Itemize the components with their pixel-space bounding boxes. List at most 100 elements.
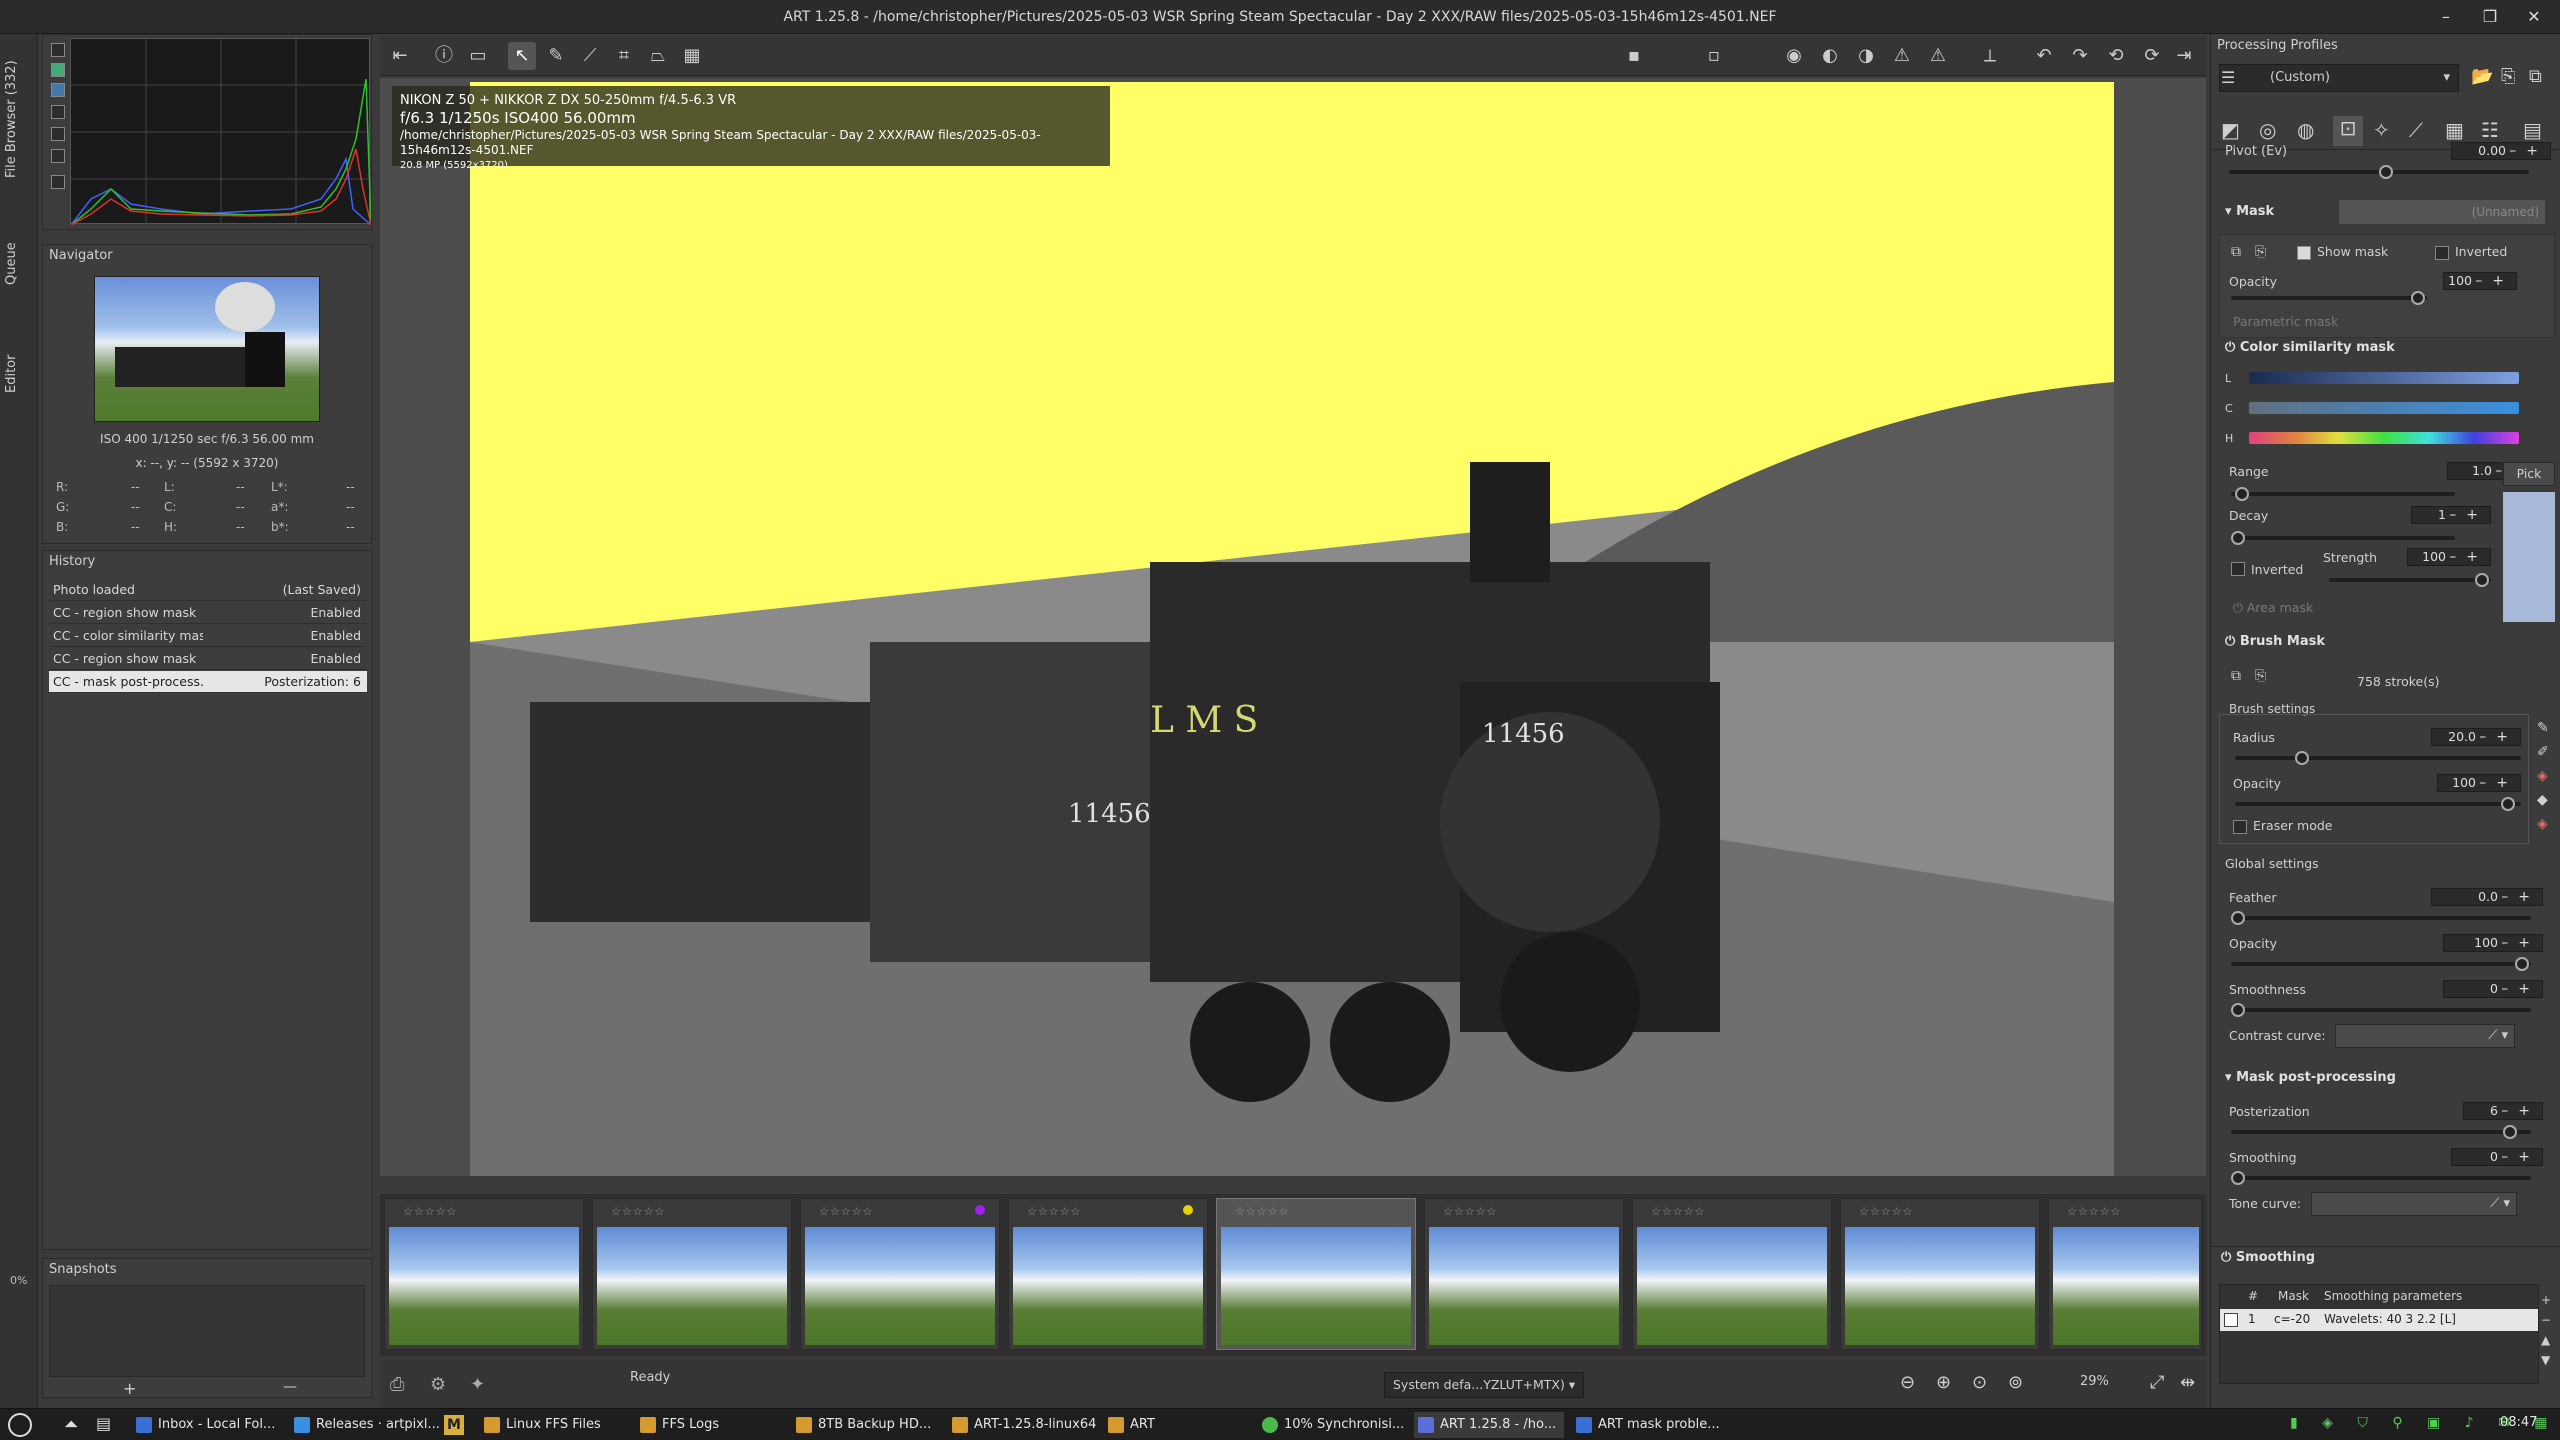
navigator-thumbnail[interactable] [94, 276, 320, 422]
show-mask-checkbox[interactable] [2297, 246, 2311, 260]
post-processing-title[interactable]: ▾ Mask post-processing [2225, 1070, 2396, 1085]
mask-opacity-spin[interactable]: 100 –+ [2443, 272, 2517, 290]
color-channels-icon[interactable]: ▫ [1700, 42, 1728, 70]
mask-paste-icon[interactable]: ⎘ [2255, 244, 2266, 260]
rating-stars[interactable]: ☆☆☆☆☆ [2067, 1205, 2121, 1218]
zoom-out-icon[interactable]: ⊖ [1900, 1372, 1915, 1393]
filmstrip-thumb[interactable]: ☆☆☆☆☆ [384, 1198, 584, 1350]
perspective-icon[interactable]: ⏢ [644, 42, 672, 70]
pick-button[interactable]: Pick [2503, 462, 2555, 486]
m-app-icon[interactable]: M [444, 1415, 464, 1435]
cs-inverted-checkbox[interactable] [2231, 562, 2245, 576]
mask-copy-icon[interactable]: ⧉ [2231, 244, 2241, 260]
task-art-mask-problem[interactable]: ART mask proble... [1572, 1412, 1722, 1438]
eraser-mode-checkbox[interactable] [2233, 820, 2247, 834]
profile-select[interactable]: (Custom) ▾ [2219, 64, 2459, 92]
mask-section-title[interactable]: ▾ Mask [2225, 204, 2274, 219]
filmstrip-thumb[interactable]: ☆☆☆☆☆ [1424, 1198, 1624, 1350]
feather-spin[interactable]: 0.0 –+ [2431, 888, 2543, 906]
zoom-in-icon[interactable]: ⊕ [1936, 1372, 1951, 1393]
decay-spin[interactable]: 1 –+ [2411, 506, 2491, 524]
histogram-matching-icon[interactable]: ⟂ [1976, 42, 2004, 70]
smoothness-knob[interactable] [2231, 1003, 2245, 1017]
filmstrip-thumb[interactable]: ☆☆☆☆☆ [592, 1198, 792, 1350]
rating-stars[interactable]: ☆☆☆☆☆ [1027, 1205, 1081, 1218]
pivot-spin[interactable]: 0.00 –+ [2451, 142, 2551, 160]
brush-opacity-spin[interactable]: 100 –+ [2437, 774, 2521, 792]
tab-color-icon[interactable]: ◍ [2297, 118, 2314, 142]
global-opacity-knob[interactable] [2515, 957, 2529, 971]
histogram-chroma-toggle[interactable] [51, 149, 65, 163]
fullscreen-icon[interactable]: ⤢ [2150, 1372, 2164, 1393]
queue-icon[interactable]: ⚙ [430, 1374, 446, 1395]
rating-stars[interactable]: ☆☆☆☆☆ [1235, 1205, 1289, 1218]
c-channel-bar[interactable] [2249, 402, 2519, 414]
minimize-button[interactable]: – [2424, 0, 2468, 34]
tab-queue[interactable]: Queue [4, 234, 34, 294]
clear-icon[interactable]: ◈ [2537, 816, 2557, 840]
h-channel-bar[interactable] [2249, 432, 2519, 444]
global-opacity-spin[interactable]: 100 –+ [2443, 934, 2543, 952]
tab-exposure-icon[interactable]: ◩ [2221, 118, 2240, 142]
hand-tool-icon[interactable]: ↖ [508, 42, 536, 70]
global-opacity-slider[interactable] [2231, 957, 2531, 971]
smoothing-knob[interactable] [2231, 1171, 2245, 1185]
mask-opacity-slider[interactable] [2231, 291, 2427, 305]
tab-favorites-icon[interactable]: ▤ [2523, 118, 2542, 142]
focus-mask-icon[interactable]: ◉ [1780, 42, 1808, 70]
task-art-editor[interactable]: ART 1.25.8 - /ho... [1414, 1412, 1564, 1438]
mask-opacity-knob[interactable] [2411, 291, 2425, 305]
filmstrip-thumb[interactable]: ☆☆☆☆☆ [1008, 1198, 1208, 1350]
radius-knob[interactable] [2295, 751, 2309, 765]
fill-icon[interactable]: ◆ [2537, 792, 2557, 816]
brush-opacity-slider[interactable] [2235, 797, 2521, 811]
rotate-left-icon[interactable]: ↶ [2030, 42, 2058, 70]
save-profile-icon[interactable]: ⎘ [2501, 66, 2515, 87]
redo-icon[interactable]: ⟳ [2138, 42, 2166, 70]
move-up-icon[interactable]: ▲ [2541, 1330, 2551, 1350]
radius-slider[interactable] [2235, 751, 2521, 765]
rating-stars[interactable]: ☆☆☆☆☆ [1859, 1205, 1913, 1218]
histogram-luma-toggle[interactable] [51, 127, 65, 141]
rotate-right-icon[interactable]: ↷ [2066, 42, 2094, 70]
smoothing-section-title[interactable]: ⏻ Smoothing [2221, 1250, 2315, 1265]
filmstrip-thumb[interactable]: ☆☆☆☆☆ [800, 1198, 1000, 1350]
show-desktop-icon[interactable]: ⏶ [64, 1414, 78, 1435]
smoothing-slider[interactable] [2231, 1171, 2531, 1185]
photo-preview[interactable]: 11456 L M S 11456 [470, 82, 2114, 1176]
zoom-100-icon[interactable]: ⊚ [2008, 1372, 2023, 1393]
brush-mask-title[interactable]: ⏻ Brush Mask [2225, 634, 2325, 649]
history-row[interactable]: Photo loaded (Last Saved) [49, 579, 367, 601]
output-profile-select[interactable]: System defa...YZLUT+MTX) ▾ [1384, 1372, 1584, 1398]
hide-panels-icon[interactable]: ⇹ [2180, 1372, 2195, 1393]
histogram-red-toggle[interactable] [51, 63, 65, 77]
copy-profile-icon[interactable]: ⧉ [2529, 66, 2542, 87]
open-profile-icon[interactable]: 📂 [2471, 66, 2493, 87]
tab-transform-icon[interactable]: ⟋ [2409, 118, 2423, 142]
mask-name-field[interactable]: (Unnamed) [2339, 200, 2545, 224]
undo-icon[interactable]: ⟲ [2102, 42, 2130, 70]
color-similarity-title[interactable]: ⏻ Color similarity mask [2225, 340, 2395, 355]
strength-knob[interactable] [2475, 573, 2489, 587]
remove-row-icon[interactable]: − [2541, 1310, 2551, 1330]
pivot-slider[interactable] [2229, 165, 2529, 179]
history-row[interactable]: CC - region show mask Enabled [49, 602, 367, 624]
start-menu-icon[interactable] [8, 1413, 32, 1437]
task-art-folder[interactable]: ART-1.25.8-linux64 [948, 1412, 1098, 1438]
history-row-selected[interactable]: CC - mask post-process... Posterization: … [49, 671, 367, 693]
erase-icon[interactable]: ◈ [2537, 768, 2557, 792]
maximize-button[interactable]: ❐ [2468, 0, 2512, 34]
shadow-clip-icon[interactable]: ◐ [1816, 42, 1844, 70]
move-down-icon[interactable]: ▼ [2541, 1350, 2551, 1370]
filmstrip-thumb[interactable]: ☆☆☆☆☆ [1840, 1198, 2040, 1350]
tab-editor[interactable]: Editor [4, 344, 34, 404]
smoothness-slider[interactable] [2231, 1003, 2531, 1017]
filmstrip-thumb[interactable]: ☆☆☆☆☆ [1632, 1198, 1832, 1350]
draw-icon[interactable]: ✐ [2537, 744, 2557, 768]
save-icon[interactable]: ⎙ [390, 1374, 404, 1395]
posterization-spin[interactable]: 6 –+ [2463, 1102, 2543, 1120]
info-icon[interactable]: ⓘ [430, 42, 458, 70]
rating-stars[interactable]: ☆☆☆☆☆ [403, 1205, 457, 1218]
tab-file-browser[interactable]: File Browser (332) [4, 44, 34, 194]
feather-knob[interactable] [2231, 911, 2245, 925]
